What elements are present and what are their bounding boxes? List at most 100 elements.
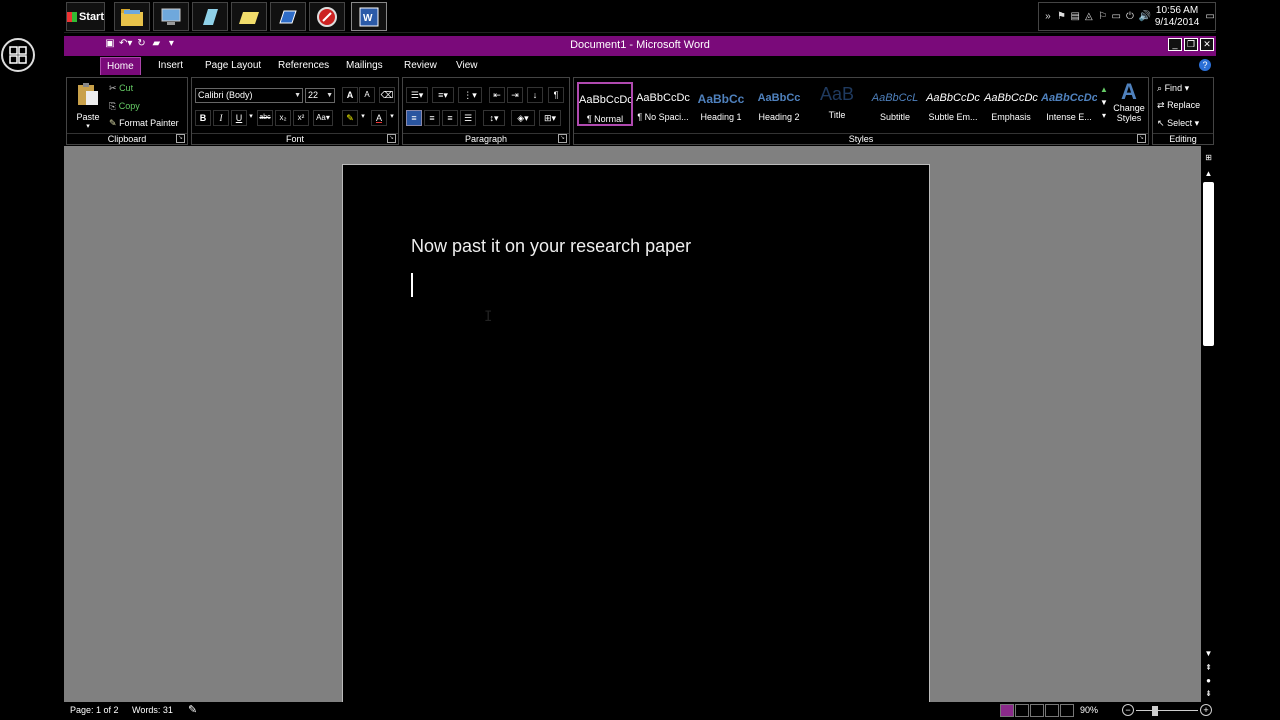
- maximize-button[interactable]: ❐: [1184, 38, 1198, 51]
- zoom-level[interactable]: 90%: [1080, 705, 1098, 715]
- format-painter-button[interactable]: ✎ Format Painter: [109, 118, 179, 129]
- replace-button[interactable]: ⇄ Replace: [1157, 100, 1200, 111]
- tab-home[interactable]: Home: [100, 57, 141, 75]
- network-icon[interactable]: ▤: [1070, 11, 1080, 23]
- action-center-icon[interactable]: ⚐: [1098, 11, 1108, 23]
- font-size-combo[interactable]: 22 ▼: [305, 88, 335, 103]
- draft-icon[interactable]: [1060, 704, 1074, 717]
- find-button[interactable]: ⌕ Find ▾: [1157, 83, 1189, 94]
- grow-font-icon[interactable]: A: [342, 87, 358, 103]
- tab-mailings[interactable]: Mailings: [340, 57, 389, 75]
- clipboard-launcher-icon[interactable]: ↘: [176, 134, 185, 143]
- folder-icon[interactable]: [231, 2, 267, 31]
- font-launcher-icon[interactable]: ↘: [387, 134, 396, 143]
- media-player-icon[interactable]: [309, 2, 345, 31]
- zoom-out-icon[interactable]: −: [1122, 704, 1134, 716]
- tab-insert[interactable]: Insert: [152, 57, 189, 75]
- styles-launcher-icon[interactable]: ↘: [1137, 134, 1146, 143]
- word-taskbar-icon[interactable]: W: [351, 2, 387, 31]
- bullets-icon[interactable]: ☰▾: [406, 87, 428, 103]
- show-formatting-button[interactable]: ¶: [548, 87, 564, 103]
- sort-icon[interactable]: ↓: [527, 87, 543, 103]
- style-subtle-emphasis[interactable]: AaBbCcDc Subtle Em...: [925, 82, 981, 126]
- show-desktop-icon[interactable]: ▭: [1205, 11, 1215, 23]
- volume-icon[interactable]: 🔊: [1139, 11, 1151, 23]
- font-family-combo[interactable]: Calibri (Body) ▼: [195, 88, 303, 103]
- strikethrough-button[interactable]: abc: [257, 110, 273, 126]
- numbering-icon[interactable]: ≡▾: [432, 87, 454, 103]
- explorer-icon[interactable]: [114, 2, 150, 31]
- zoom-knob[interactable]: [1151, 706, 1158, 716]
- computer-icon[interactable]: [153, 2, 189, 31]
- app-icon[interactable]: [270, 2, 306, 31]
- italic-button[interactable]: I: [213, 110, 229, 126]
- highlight-dropdown-icon[interactable]: ▾: [359, 110, 367, 126]
- change-styles-button[interactable]: A Change Styles: [1110, 81, 1148, 124]
- align-right-icon[interactable]: ≡: [442, 110, 458, 126]
- superscript-icon[interactable]: x²: [293, 110, 309, 126]
- style-heading-2[interactable]: AaBbCc Heading 2: [751, 82, 807, 126]
- font-color-dropdown-icon[interactable]: ▾: [388, 110, 396, 126]
- highlight-icon[interactable]: ✎: [342, 110, 358, 126]
- style-subtitle[interactable]: AaBbCcL Subtitle: [867, 82, 923, 126]
- select-button[interactable]: ↖ Select ▾: [1157, 118, 1199, 129]
- style-heading-1[interactable]: AaBbCc Heading 1: [693, 82, 749, 126]
- underline-dropdown-icon[interactable]: ▾: [247, 110, 255, 126]
- power-icon[interactable]: ⏻: [1125, 11, 1135, 23]
- font-color-icon[interactable]: A: [371, 110, 387, 126]
- paragraph-launcher-icon[interactable]: ↘: [558, 134, 567, 143]
- ruler-toggle-icon[interactable]: ⊞: [1201, 152, 1216, 164]
- security-icon[interactable]: ◬: [1084, 11, 1094, 23]
- style-normal[interactable]: AaBbCcDc ¶ Normal: [577, 82, 633, 126]
- display-icon[interactable]: ▭: [1111, 11, 1121, 23]
- chevron-icon[interactable]: »: [1043, 11, 1053, 23]
- style-no-spacing[interactable]: AaBbCcDc ¶ No Spaci...: [635, 82, 691, 126]
- more-styles-icon[interactable]: ▾: [1099, 109, 1109, 122]
- previous-page-icon[interactable]: ⇞: [1201, 662, 1216, 674]
- office-button[interactable]: [1, 38, 35, 72]
- tab-references[interactable]: References: [272, 57, 335, 75]
- change-case-icon[interactable]: Aa▾: [313, 110, 333, 126]
- proofing-icon[interactable]: ✎: [188, 703, 197, 716]
- shading-icon[interactable]: ◈▾: [511, 110, 535, 126]
- style-title[interactable]: AaB Title: [809, 82, 865, 126]
- underline-button[interactable]: U: [231, 110, 247, 126]
- multilevel-list-icon[interactable]: ⋮▾: [458, 87, 482, 103]
- vertical-scrollbar[interactable]: ⊞ ▲ ▼ ⇞ ● ⇟: [1201, 146, 1216, 702]
- help-icon[interactable]: ?: [1199, 59, 1211, 71]
- tab-view[interactable]: View: [450, 57, 484, 75]
- borders-icon[interactable]: ⊞▾: [539, 110, 561, 126]
- document-text[interactable]: Now past it on your research paper: [411, 236, 691, 257]
- clock[interactable]: 10:56 AM 9/14/2014: [1155, 5, 1202, 29]
- copy-button[interactable]: ⎘ Copy: [109, 101, 140, 112]
- scroll-down-icon[interactable]: ▼: [1201, 648, 1216, 660]
- shrink-font-icon[interactable]: A: [359, 87, 375, 103]
- tab-page-layout[interactable]: Page Layout: [199, 57, 267, 75]
- outline-icon[interactable]: [1045, 704, 1059, 717]
- subscript-icon[interactable]: x₂: [275, 110, 291, 126]
- document-page[interactable]: Now past it on your research paper I: [342, 164, 930, 704]
- zoom-slider[interactable]: − +: [1122, 704, 1212, 718]
- scroll-up-icon[interactable]: ▲: [1099, 83, 1109, 96]
- increase-indent-icon[interactable]: ⇥: [507, 87, 523, 103]
- style-intense-emphasis[interactable]: AaBbCcDc Intense E...: [1041, 82, 1097, 126]
- web-layout-icon[interactable]: [1030, 704, 1044, 717]
- close-button[interactable]: ✕: [1200, 38, 1214, 51]
- notepad-icon[interactable]: [192, 2, 228, 31]
- justify-icon[interactable]: ☰: [460, 110, 476, 126]
- clear-formatting-icon[interactable]: ⌫: [379, 87, 395, 103]
- tab-review[interactable]: Review: [398, 57, 443, 75]
- scroll-down-icon[interactable]: ▼: [1099, 96, 1109, 109]
- scrollbar-thumb[interactable]: [1203, 182, 1214, 346]
- style-emphasis[interactable]: AaBbCcDc Emphasis: [983, 82, 1039, 126]
- flag-icon[interactable]: ⚑: [1057, 11, 1067, 23]
- word-count[interactable]: Words: 31: [132, 705, 173, 715]
- start-button[interactable]: Start: [66, 2, 105, 31]
- paste-button[interactable]: Paste ▾: [71, 81, 105, 130]
- next-page-icon[interactable]: ⇟: [1201, 688, 1216, 700]
- print-layout-icon[interactable]: [1000, 704, 1014, 717]
- line-spacing-icon[interactable]: ↕▾: [483, 110, 505, 126]
- decrease-indent-icon[interactable]: ⇤: [489, 87, 505, 103]
- minimize-button[interactable]: _: [1168, 38, 1182, 51]
- scroll-up-icon[interactable]: ▲: [1201, 168, 1216, 180]
